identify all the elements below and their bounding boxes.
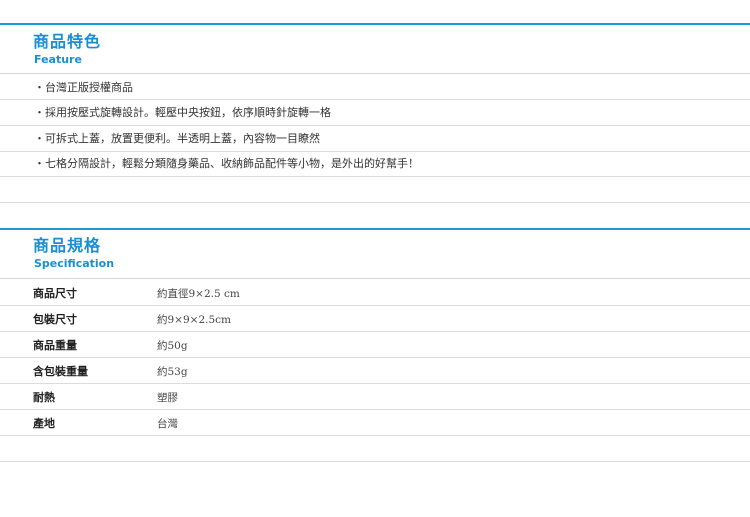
spec-row-divider (0, 357, 750, 358)
spec-key: 商品尺寸 (33, 287, 77, 300)
feature-item: ・採用按壓式旋轉設計。輕壓中央按鈕，依序順時針旋轉一格 (34, 106, 331, 119)
spec-key: 耐熱 (33, 391, 55, 404)
feature-title: 商品特色 (33, 32, 102, 51)
feature-top-rule (0, 23, 750, 25)
spec-value: 約9×9×2.5cm (157, 314, 231, 326)
feature-row-divider (0, 176, 750, 177)
feature-subtitle: Feature (34, 53, 82, 66)
feature-item: ・台灣正版授權商品 (34, 81, 133, 94)
feature-row-divider (0, 125, 750, 126)
spec-value: 約直徑9×2.5 cm (157, 288, 240, 300)
spec-key: 包裝尺寸 (33, 313, 77, 326)
feature-row-divider (0, 99, 750, 100)
spec-key: 含包裝重量 (33, 365, 88, 378)
spec-subtitle: Specification (34, 257, 115, 270)
spec-row-divider (0, 409, 750, 410)
spec-value: 塑膠 (157, 392, 178, 404)
spec-row-divider (0, 331, 750, 332)
spec-row-divider (0, 305, 750, 306)
spec-top-rule (0, 228, 750, 230)
spec-value: 台灣 (157, 418, 178, 430)
spec-title: 商品規格 (33, 236, 102, 255)
feature-item: ・可拆式上蓋，放置更便利。半透明上蓋，內容物一目瞭然 (34, 132, 320, 145)
spec-header-divider (0, 278, 750, 279)
feature-item: ・七格分隔設計，輕鬆分類隨身藥品、收納飾品配件等小物，是外出的好幫手！ (34, 157, 419, 170)
spec-value: 約53g (157, 366, 188, 378)
spec-value: 約50g (157, 340, 188, 352)
spec-key: 商品重量 (33, 339, 77, 352)
feature-row-divider (0, 202, 750, 203)
feature-header-divider (0, 73, 750, 74)
spec-row-divider (0, 461, 750, 462)
feature-row-divider (0, 151, 750, 152)
spec-key: 產地 (33, 417, 55, 430)
spec-row-divider (0, 435, 750, 436)
spec-row-divider (0, 383, 750, 384)
